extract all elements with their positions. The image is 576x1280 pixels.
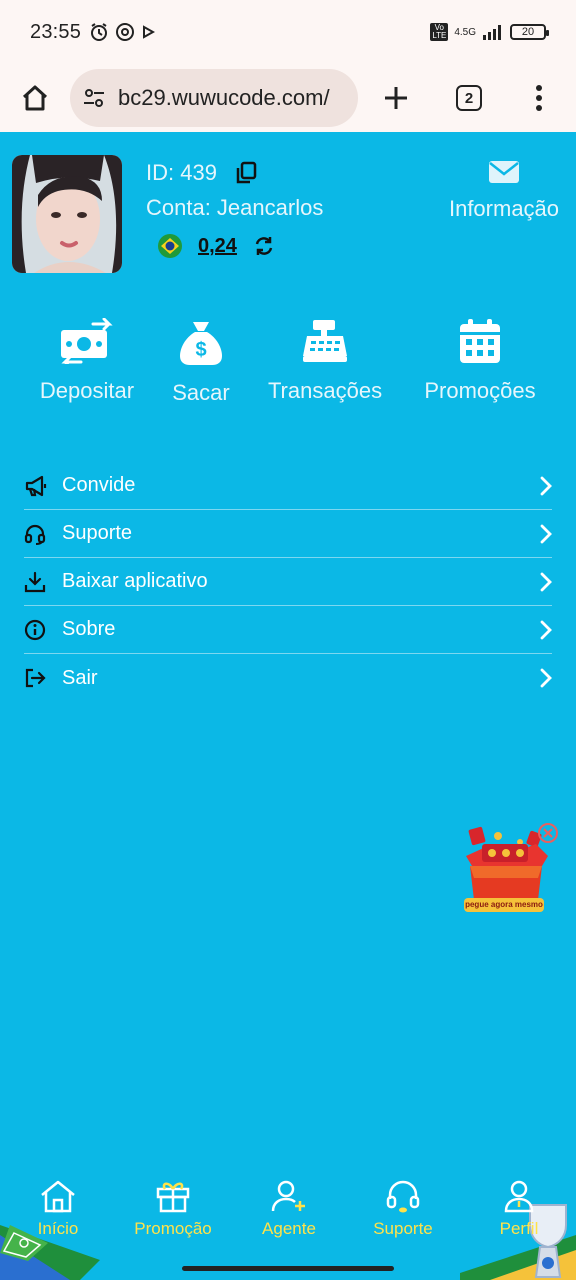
balance-row: 0,24	[158, 234, 275, 258]
menu-label: Sair	[62, 666, 98, 689]
browser-menu-button[interactable]	[504, 64, 574, 132]
chevron-right-icon	[540, 668, 552, 688]
user-icon	[504, 1180, 534, 1213]
nav-profile[interactable]: Perfil	[492, 1179, 546, 1239]
signal-icon	[483, 25, 501, 40]
browser-toolbar: bc29.wuwucode.com/ 2	[0, 64, 576, 132]
headset-icon	[24, 524, 46, 545]
menu-item-download-app[interactable]: Baixar aplicativo	[24, 558, 552, 606]
plus-icon	[385, 87, 407, 109]
browser-home-button[interactable]	[0, 64, 70, 132]
gift-icon	[156, 1182, 190, 1213]
promotions-label: Promoções	[424, 378, 536, 403]
menu-label: Sobre	[62, 618, 116, 640]
nav-home[interactable]: Início	[28, 1179, 88, 1239]
tab-switcher-button[interactable]: 2	[434, 64, 504, 132]
balance-value: 0,24	[198, 234, 237, 257]
brazil-flag-icon	[158, 234, 182, 258]
chevron-right-icon	[540, 524, 552, 543]
chevron-right-icon	[540, 572, 552, 591]
avatar[interactable]	[12, 155, 122, 273]
nav-promotion[interactable]: Promoção	[128, 1179, 218, 1239]
cash-register-icon	[303, 320, 347, 362]
svg-text:$: $	[195, 339, 206, 361]
menu-label: Convide	[62, 474, 136, 496]
new-tab-button[interactable]	[358, 64, 434, 132]
menu-label: Suporte	[62, 522, 133, 544]
nav-support-label: Suporte	[373, 1219, 433, 1238]
alarm-icon	[91, 23, 108, 41]
menu-item-support[interactable]: Suporte	[24, 510, 552, 558]
menu-item-logout[interactable]: Sair	[24, 654, 552, 702]
bottom-navigation: Início Promoção Agente Suporte Perfil	[0, 1175, 576, 1280]
withdraw-label: Sacar	[172, 380, 230, 405]
threads-icon	[116, 23, 135, 41]
withdraw-button[interactable]: $ Sacar	[160, 318, 242, 406]
calendar-icon	[460, 319, 500, 363]
gift-caption: pegue agora mesmo	[465, 900, 543, 909]
menu-list: Convide Suporte Baixar aplicativo Sobre …	[24, 462, 552, 702]
promotions-button[interactable]: Promoções	[414, 318, 546, 404]
chevron-right-icon	[540, 620, 552, 639]
url-bar[interactable]: bc29.wuwucode.com/	[70, 69, 358, 127]
nav-profile-label: Perfil	[499, 1219, 539, 1238]
deposit-icon	[61, 318, 113, 364]
network-label: 4.5G	[454, 26, 476, 38]
copy-icon[interactable]	[235, 161, 257, 185]
status-time: 23:55	[30, 20, 82, 43]
home-icon	[22, 85, 48, 111]
logout-icon	[25, 668, 46, 688]
more-vert-icon	[536, 85, 542, 111]
tab-count: 2	[456, 85, 482, 111]
nav-promotion-label: Promoção	[134, 1219, 212, 1238]
site-settings-icon[interactable]	[82, 86, 106, 110]
info-button[interactable]: Informação	[440, 160, 568, 222]
menu-item-invite[interactable]: Convide	[24, 462, 552, 510]
envelope-icon	[489, 161, 519, 183]
refresh-icon[interactable]	[253, 235, 275, 257]
chevron-right-icon	[540, 476, 552, 495]
menu-item-about[interactable]: Sobre	[24, 606, 552, 654]
user-account: Conta: Jeancarlos	[146, 195, 324, 220]
transactions-button[interactable]: Transações	[258, 318, 392, 404]
nav-agent-label: Agente	[262, 1219, 316, 1238]
transactions-label: Transações	[267, 378, 383, 403]
info-icon	[24, 619, 46, 640]
nav-agent[interactable]: Agente	[254, 1179, 324, 1239]
deposit-label: Depositar	[39, 378, 135, 403]
nav-home-label: Início	[37, 1219, 79, 1238]
add-user-icon	[271, 1180, 305, 1212]
volte-badge: Vo LTE	[430, 23, 449, 41]
deposit-button[interactable]: Depositar	[34, 318, 140, 404]
status-bar: 23:55 Vo LTE 4.5G 20	[0, 0, 576, 64]
quick-actions: Depositar $ Sacar Transações Promoções	[0, 318, 576, 418]
battery-icon: 20	[510, 24, 549, 40]
gesture-bar	[182, 1266, 394, 1271]
money-bag-icon: $	[180, 322, 222, 365]
download-icon	[24, 571, 46, 592]
nav-support[interactable]: Suporte	[366, 1179, 440, 1239]
megaphone-icon	[25, 475, 47, 496]
floating-gift-promo[interactable]: pegue agora mesmo	[458, 822, 562, 916]
info-label: Informação	[448, 196, 560, 221]
headset-icon	[386, 1180, 420, 1213]
play-icon	[143, 25, 156, 39]
user-id: ID: 439	[146, 160, 217, 185]
menu-label: Baixar aplicativo	[62, 570, 208, 592]
user-id-row: ID: 439	[146, 160, 257, 186]
url-text: bc29.wuwucode.com/	[118, 85, 330, 110]
avatar-portrait	[12, 155, 122, 273]
home-icon	[41, 1180, 75, 1213]
